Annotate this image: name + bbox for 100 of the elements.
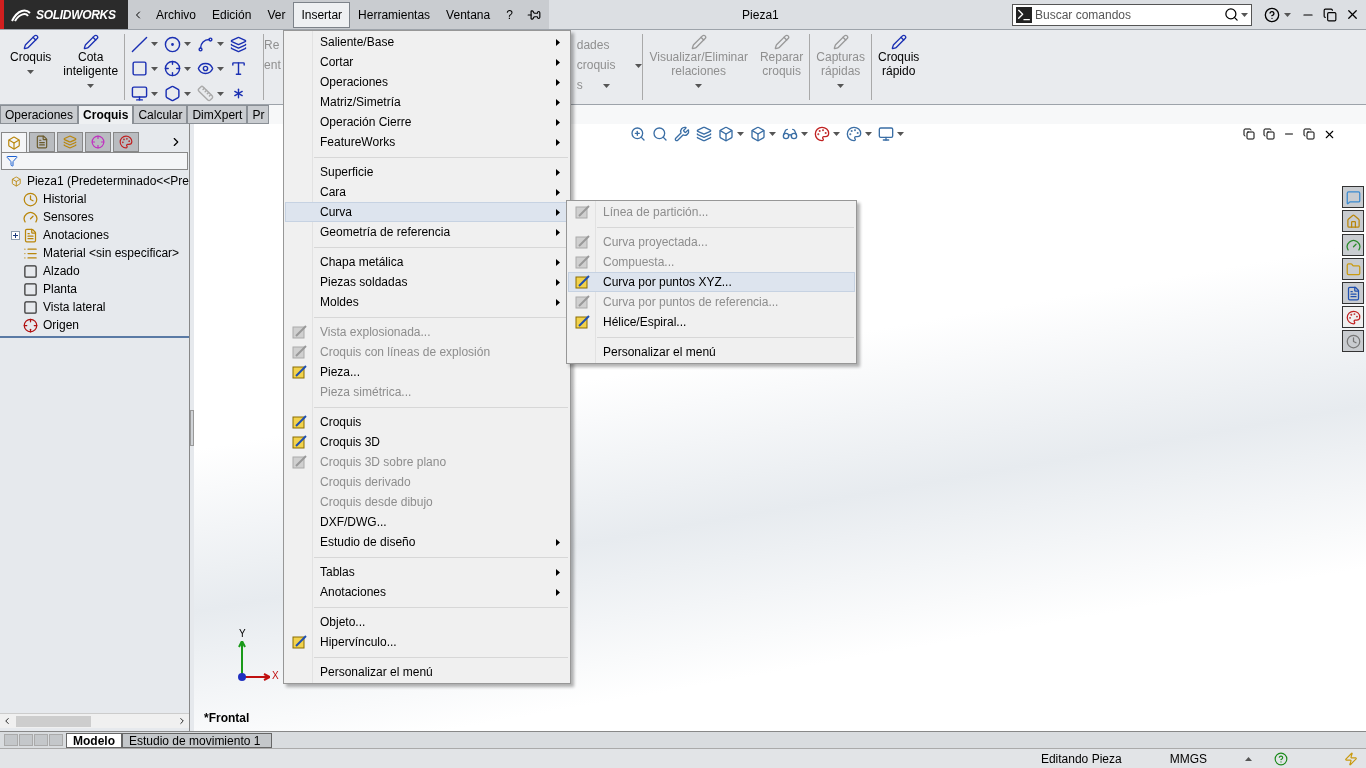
panel-tab[interactable] (29, 132, 55, 152)
view-tool-icon[interactable] (782, 126, 798, 142)
view-tool-icon[interactable] (674, 126, 690, 142)
search-icon[interactable] (1224, 7, 1239, 22)
dropdown-caret-icon (833, 132, 840, 136)
tree-item[interactable]: Material <sin especificar> (41, 244, 180, 262)
menu-bar-item[interactable]: Ver (259, 1, 294, 28)
close-icon[interactable] (1345, 7, 1360, 22)
ribbon-button[interactable]: Croquis (4, 30, 58, 104)
menu-item[interactable]: Superficie (285, 162, 569, 182)
panel-tab[interactable] (113, 132, 139, 152)
menu-bar-item[interactable]: Archivo (148, 1, 204, 28)
bottom-tab[interactable]: Estudio de movimiento 1 (122, 732, 272, 748)
pin-icon[interactable] (526, 7, 541, 22)
menu-item[interactable]: Personalizar el menú (285, 662, 569, 682)
tree-item[interactable]: Planta (41, 280, 78, 298)
menu-item[interactable]: Objeto... (285, 612, 569, 632)
menu-item[interactable]: Anotaciones (285, 582, 569, 602)
filter-field[interactable] (1, 152, 188, 170)
command-tab[interactable]: Calcular (133, 105, 188, 124)
menu-item[interactable]: Hélice/Espiral... (568, 312, 855, 332)
menu-item[interactable]: Pieza... (285, 362, 569, 382)
menu-item[interactable]: Tablas (285, 562, 569, 582)
status-text: Editando Pieza (1040, 750, 1122, 768)
menu-bar-item[interactable]: Herramientas (350, 1, 439, 28)
tree-item[interactable]: Anotaciones (41, 226, 110, 244)
scroll-right-icon[interactable] (177, 716, 187, 726)
expand-icon[interactable] (11, 230, 20, 240)
menu-item[interactable]: FeatureWorks (285, 132, 569, 152)
restore-icon[interactable] (1303, 128, 1315, 140)
menu-bar-item[interactable]: ? (498, 1, 521, 28)
menu-item[interactable]: Geometría de referencia (285, 222, 569, 242)
task-pane-button[interactable] (1342, 306, 1364, 328)
sketch-tool-icon[interactable] (230, 35, 248, 53)
menu-item[interactable]: Cortar (285, 52, 569, 72)
task-pane-button[interactable] (1342, 186, 1364, 208)
sketch-tool-icon[interactable] (131, 60, 149, 78)
menu-bar-item[interactable]: Ventana (438, 1, 499, 28)
horizontal-scrollbar[interactable] (0, 713, 189, 728)
ribbon-button[interactable]: Cota inteligente (57, 30, 125, 104)
menu-bar-item[interactable]: Insertar (293, 1, 351, 28)
scroll-left-icon[interactable] (2, 716, 12, 726)
view-tool-icon[interactable] (846, 126, 862, 142)
view-tool-icon[interactable] (718, 126, 734, 142)
command-tab[interactable]: Croquis (78, 105, 134, 124)
task-pane-button[interactable] (1342, 234, 1364, 256)
task-pane-button[interactable] (1342, 258, 1364, 280)
view-tool-icon[interactable] (630, 126, 646, 142)
sketch-tool-icon[interactable] (131, 35, 149, 53)
tree-item[interactable]: Sensores (41, 208, 94, 226)
menu-item[interactable]: Croquis (285, 412, 569, 432)
menu-item[interactable]: Curva por puntos XYZ... (568, 272, 855, 292)
menu-item[interactable]: Croquis 3D (285, 432, 569, 452)
sketch-tool-icon[interactable] (164, 35, 182, 53)
menu-item[interactable]: Cara (285, 182, 569, 202)
ribbon-button[interactable]: Croquis rápido (872, 30, 926, 104)
menu-item[interactable]: Matriz/Simetría (285, 92, 569, 112)
command-tab[interactable]: Pr (247, 105, 270, 124)
restore-icon[interactable] (1323, 7, 1337, 22)
task-pane-button[interactable] (1342, 330, 1364, 352)
sketch-tool-icon[interactable] (131, 85, 149, 103)
menu-bar-item[interactable]: Edición (204, 1, 260, 28)
units-indicator[interactable]: MMGS (1169, 749, 1207, 768)
menu-item[interactable]: Hipervínculo... (285, 632, 569, 652)
tile-icon[interactable] (1243, 128, 1255, 140)
command-tab[interactable]: DimXpert (187, 105, 248, 124)
sketch-tool-icon[interactable] (230, 60, 248, 78)
menu-item[interactable]: Piezas soldadas (285, 272, 569, 292)
task-pane-button[interactable] (1342, 282, 1364, 304)
caret-up-icon[interactable] (1245, 756, 1252, 761)
sketch-tool-icon[interactable] (197, 35, 215, 53)
menu-item[interactable]: Chapa metálica (285, 252, 569, 272)
tree-item[interactable]: Alzado (41, 262, 80, 280)
tree-item[interactable]: Historial (41, 190, 87, 208)
menu-item[interactable]: Moldes (285, 292, 569, 312)
command-tab[interactable]: Operaciones (0, 105, 79, 124)
view-tool-icon[interactable] (814, 126, 830, 142)
tree-item[interactable]: Pieza1 (Predeterminado<<Pre (24, 172, 189, 190)
view-tool-icon[interactable] (878, 126, 894, 142)
menu-item[interactable]: Estudio de diseño (285, 532, 569, 552)
task-pane-button[interactable] (1342, 210, 1364, 232)
sketch-tool-icon[interactable] (164, 60, 182, 78)
search-input[interactable]: Buscar comandos (1035, 5, 1224, 24)
menu-item[interactable]: Operación Cierre (285, 112, 569, 132)
tree-item[interactable]: Vista lateral (41, 298, 106, 316)
panel-tab[interactable] (1, 132, 27, 152)
bottom-tab[interactable]: Modelo (66, 732, 122, 748)
menu-item[interactable]: Personalizar el menú (568, 342, 855, 362)
menu-item[interactable]: Curva (285, 202, 569, 222)
menu-item[interactable]: DXF/DWG... (285, 512, 569, 532)
search-bar[interactable]: Buscar comandos (1012, 3, 1252, 26)
tree-item[interactable]: Origen (41, 316, 80, 334)
view-tool-icon[interactable] (696, 126, 712, 142)
help-icon[interactable] (1264, 6, 1280, 23)
tile-icon[interactable] (1263, 128, 1275, 140)
sketch-tool-icon[interactable] (164, 85, 182, 103)
view-tool-icon[interactable] (750, 126, 766, 142)
view-tool-icon[interactable] (652, 126, 668, 142)
menu-item[interactable]: Saliente/Base (285, 32, 569, 52)
menu-item[interactable]: Operaciones (285, 72, 569, 92)
